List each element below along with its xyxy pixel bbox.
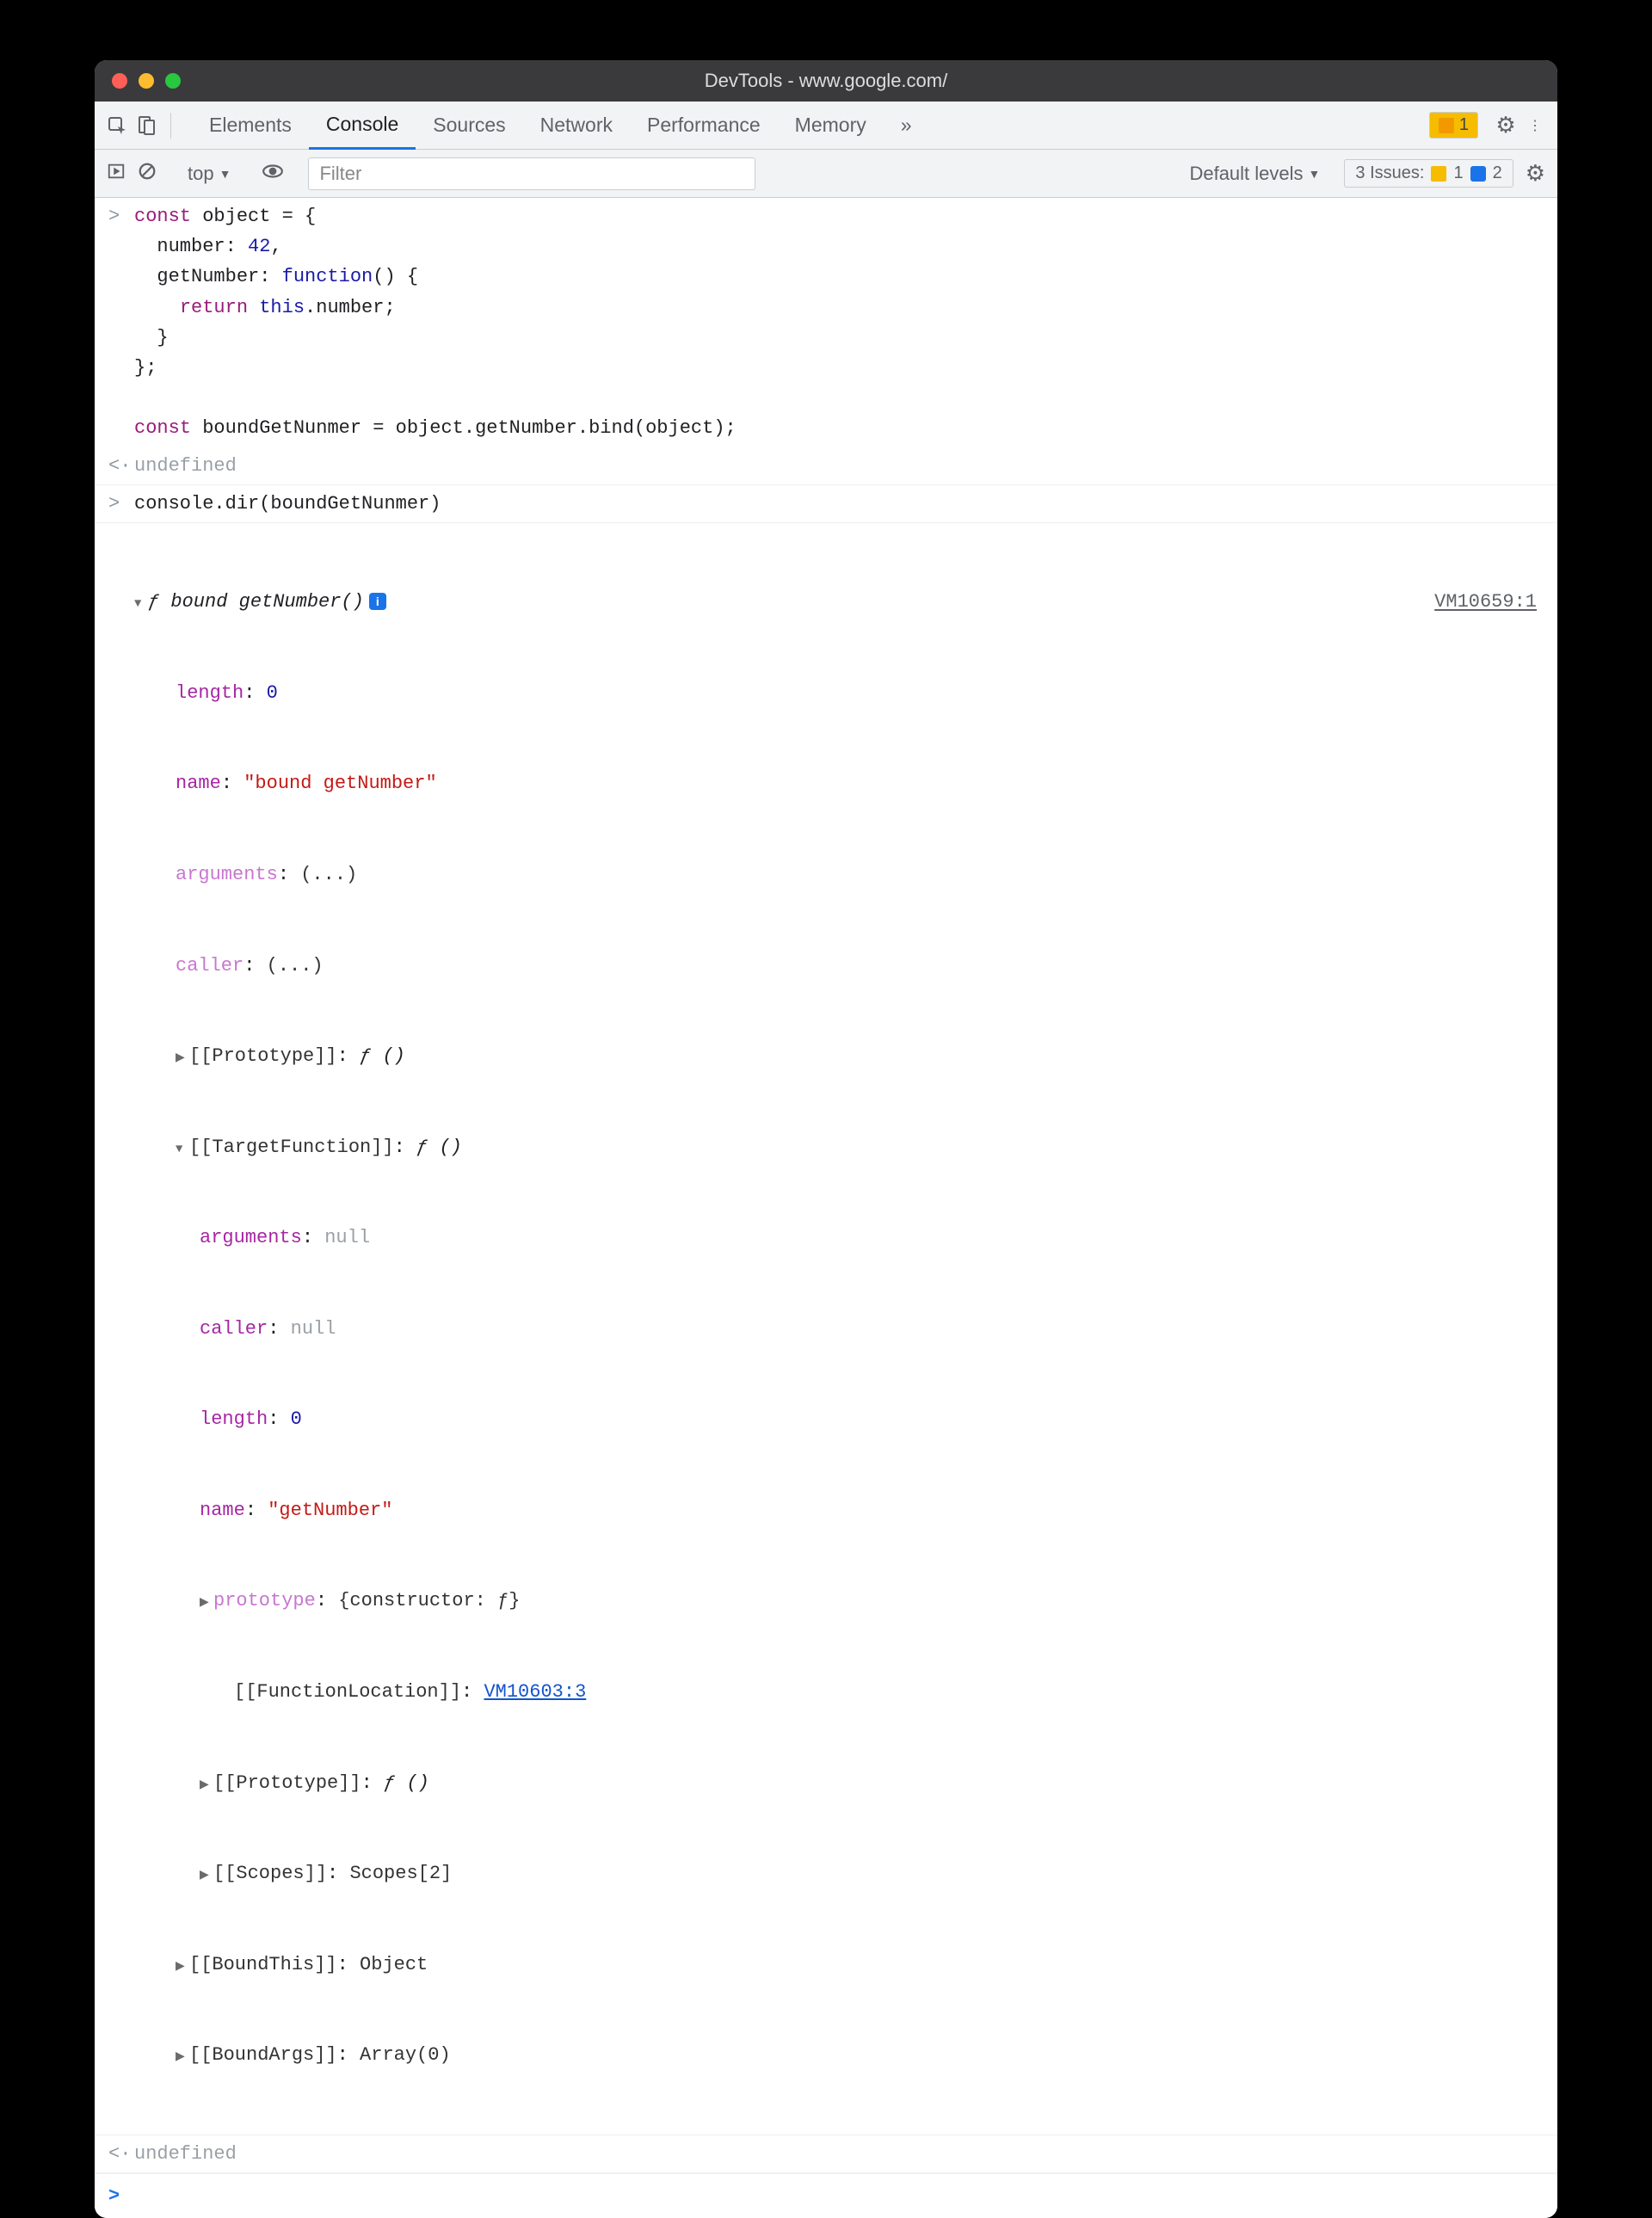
prompt-input[interactable] bbox=[134, 2181, 1544, 2211]
tabs-overflow-icon[interactable]: » bbox=[884, 102, 929, 150]
filter-input[interactable]: Filter bbox=[308, 157, 755, 190]
disclosure-triangle-icon[interactable] bbox=[134, 587, 148, 617]
window-controls bbox=[95, 73, 181, 89]
code-snippet[interactable]: const object = { number: 42, getNumber: … bbox=[134, 201, 1544, 444]
main-toolbar: Elements Console Sources Network Perform… bbox=[95, 102, 1557, 150]
console-dir-output: ƒ bound getNumber()i VM10659:1 length: 0… bbox=[95, 523, 1557, 2135]
console-result-row: <· undefined bbox=[95, 2135, 1557, 2173]
live-expression-icon[interactable] bbox=[262, 160, 284, 187]
function-header: ƒ bound getNumber() bbox=[148, 591, 364, 613]
tab-performance[interactable]: Performance bbox=[630, 102, 778, 150]
separator bbox=[170, 113, 171, 139]
source-link[interactable]: VM10659:1 bbox=[1434, 591, 1537, 613]
disclosure-triangle-icon[interactable] bbox=[200, 1858, 213, 1888]
warning-count: 1 bbox=[1459, 115, 1469, 135]
input-marker: > bbox=[108, 489, 134, 519]
object-tree[interactable]: ƒ bound getNumber()i VM10659:1 length: 0… bbox=[134, 527, 1544, 2131]
console-output: > const object = { number: 42, getNumber… bbox=[95, 198, 1557, 2218]
issues-label: 3 Issues: bbox=[1355, 163, 1424, 183]
chevron-down-icon: ▼ bbox=[219, 167, 231, 181]
issues-warn-count: 1 bbox=[1453, 163, 1463, 183]
console-result-row: <· undefined bbox=[95, 447, 1557, 485]
tab-network[interactable]: Network bbox=[523, 102, 630, 150]
disclosure-triangle-icon[interactable] bbox=[200, 1768, 213, 1798]
filter-placeholder: Filter bbox=[319, 163, 361, 185]
input-marker: > bbox=[108, 201, 134, 444]
output-marker: <· bbox=[108, 451, 134, 481]
close-window-button[interactable] bbox=[112, 73, 127, 89]
log-levels-selector[interactable]: Default levels ▼ bbox=[1189, 163, 1320, 185]
devtools-window: DevTools - www.google.com/ Elements Cons… bbox=[95, 60, 1557, 2218]
result-value: undefined bbox=[134, 2139, 1544, 2169]
disclosure-triangle-icon[interactable] bbox=[176, 2040, 189, 2070]
panel-tabs: Elements Console Sources Network Perform… bbox=[192, 102, 929, 150]
settings-icon[interactable]: ⚙ bbox=[1494, 114, 1518, 138]
titlebar: DevTools - www.google.com/ bbox=[95, 60, 1557, 102]
info-badge-icon[interactable]: i bbox=[369, 593, 386, 610]
issues-button[interactable]: 3 Issues: 1 2 bbox=[1344, 159, 1513, 188]
tab-console[interactable]: Console bbox=[309, 102, 416, 150]
inspect-element-icon[interactable] bbox=[105, 114, 129, 138]
tab-elements[interactable]: Elements bbox=[192, 102, 309, 150]
prompt-marker: > bbox=[108, 2181, 134, 2211]
window-title: DevTools - www.google.com/ bbox=[95, 70, 1557, 92]
disclosure-triangle-icon[interactable] bbox=[176, 1041, 189, 1071]
tab-memory[interactable]: Memory bbox=[778, 102, 884, 150]
disclosure-triangle-icon[interactable] bbox=[200, 1586, 213, 1616]
levels-label: Default levels bbox=[1189, 163, 1303, 185]
disclosure-triangle-icon[interactable] bbox=[176, 1950, 189, 1980]
zoom-window-button[interactable] bbox=[165, 73, 181, 89]
function-location-link[interactable]: VM10603:3 bbox=[484, 1681, 586, 1703]
context-selector[interactable]: top ▼ bbox=[181, 163, 237, 185]
chevron-down-icon: ▼ bbox=[1309, 167, 1321, 181]
console-prompt[interactable]: > bbox=[95, 2173, 1557, 2218]
minimize-window-button[interactable] bbox=[139, 73, 154, 89]
tab-sources[interactable]: Sources bbox=[416, 102, 522, 150]
console-input-row: > const object = { number: 42, getNumber… bbox=[95, 198, 1557, 447]
toggle-sidebar-icon[interactable] bbox=[107, 162, 126, 185]
issues-info-count: 2 bbox=[1493, 163, 1502, 183]
info-icon bbox=[1470, 166, 1486, 182]
device-toggle-icon[interactable] bbox=[134, 114, 158, 138]
code-snippet[interactable]: console.dir(boundGetNunmer) bbox=[134, 489, 1544, 519]
context-label: top bbox=[188, 163, 214, 185]
more-icon[interactable]: ⋮ bbox=[1523, 114, 1547, 138]
result-value: undefined bbox=[134, 451, 1544, 481]
disclosure-triangle-icon[interactable] bbox=[176, 1132, 189, 1162]
console-toolbar: top ▼ Filter Default levels ▼ 3 Issues: … bbox=[95, 150, 1557, 198]
output-marker: <· bbox=[108, 2139, 134, 2169]
clear-console-icon[interactable] bbox=[138, 162, 157, 185]
warnings-badge[interactable]: 1 bbox=[1429, 112, 1478, 139]
console-input-row: > console.dir(boundGetNunmer) bbox=[95, 485, 1557, 523]
warning-icon bbox=[1431, 166, 1446, 182]
console-settings-icon[interactable]: ⚙ bbox=[1526, 160, 1545, 187]
